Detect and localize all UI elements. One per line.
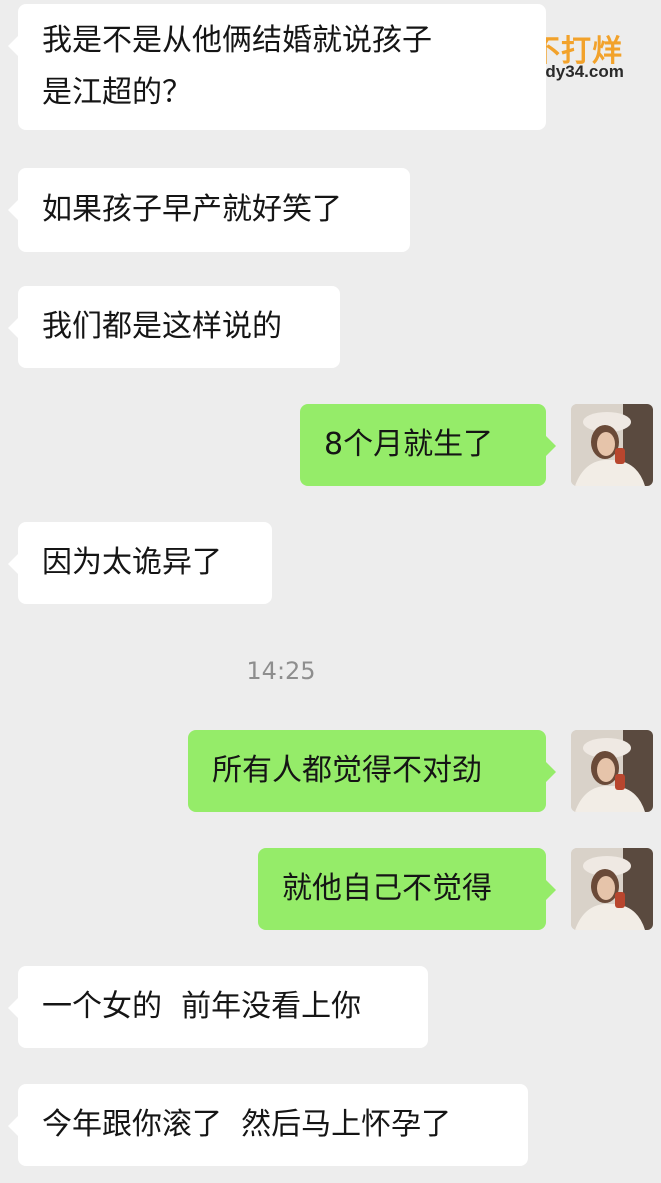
message-bubble-incoming[interactable]: 因为太诡异了 [8,522,272,604]
user-photo-icon [571,730,653,812]
message-text: 今年跟你滚了 然后马上怀孕了 [42,1107,452,1142]
avatar[interactable] [571,848,653,930]
message-bubble-outgoing[interactable]: 8个月就生了 [300,404,556,486]
message-bubble-incoming[interactable]: 今年跟你滚了 然后马上怀孕了 [8,1084,528,1166]
avatar[interactable] [571,730,653,812]
message-bubble-incoming[interactable]: 一个女的 前年没看上你 [8,966,428,1048]
message-text: 我们都是这样说的 [42,309,282,344]
message-text: 8个月就生了 [324,427,494,462]
user-photo-icon [571,848,653,930]
message-bubble-incoming[interactable]: 如果孩子早产就好笑了 [8,168,410,252]
message-bubble-incoming[interactable]: 我们都是这样说的 [8,286,340,368]
message-bubble-incoming[interactable]: 我是不是从他俩结婚就说孩子 是江超的？ [8,4,546,130]
avatar[interactable] [571,404,653,486]
message-bubble-outgoing[interactable]: 所有人都觉得不对劲 [188,730,556,812]
chat-timestamp: 14:25 [246,657,316,685]
user-photo-icon [571,404,653,486]
message-bubble-outgoing[interactable]: 就他自己不觉得 [258,848,556,930]
message-text-line: 我是不是从他俩结婚就说孩子 [42,23,432,58]
message-text: 如果孩子早产就好笑了 [42,192,342,227]
message-text: 因为太诡异了 [42,545,222,580]
message-text: 一个女的 前年没看上你 [42,989,362,1024]
message-text: 就他自己不觉得 [282,871,492,906]
message-text: 所有人都觉得不对劲 [212,753,482,788]
message-text-line: 是江超的？ [42,75,192,110]
